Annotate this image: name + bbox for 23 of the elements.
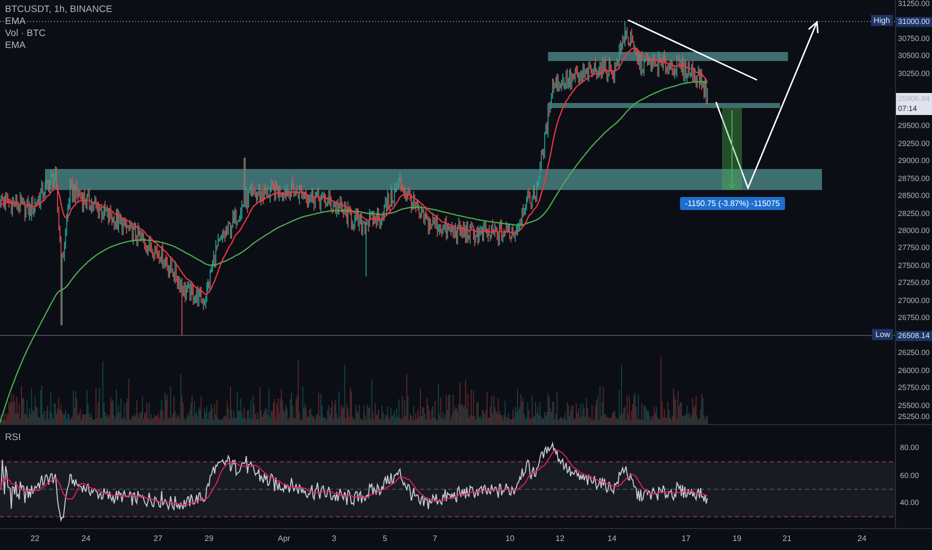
measure-label: -1150.75 (-3.87%) -115075 [680,197,785,210]
time-axis-label: 24 [82,534,90,543]
time-axis-label: 3 [332,534,336,543]
legend-label: EMA [5,16,27,27]
time-axis-label: Apr [278,534,290,543]
time-axis-label: 17 [682,534,690,543]
low-badge: Low [872,329,893,340]
time-axis-label: 21 [782,534,792,543]
high-badge: High [870,15,893,26]
time-axis-label: 29 [204,534,214,543]
time-axis-label: 5 [382,534,388,543]
legend-label: Vol · BTC [5,28,47,39]
time-axis-label: 27 [154,534,162,543]
time-axis-label: 12 [556,534,564,543]
time-axis-label: 14 [608,534,616,543]
time-axis-label: 24 [858,534,866,543]
legend-label: BTCUSDT, 1h, BINANCE [5,4,112,15]
time-axis-label: 10 [506,534,514,543]
time-axis-label: 7 [432,534,438,543]
legend-label: EMA [5,40,27,51]
time-axis-label: 22 [30,534,40,543]
time-axis-label: 19 [732,534,742,543]
rsi-label: RSI [5,432,21,443]
